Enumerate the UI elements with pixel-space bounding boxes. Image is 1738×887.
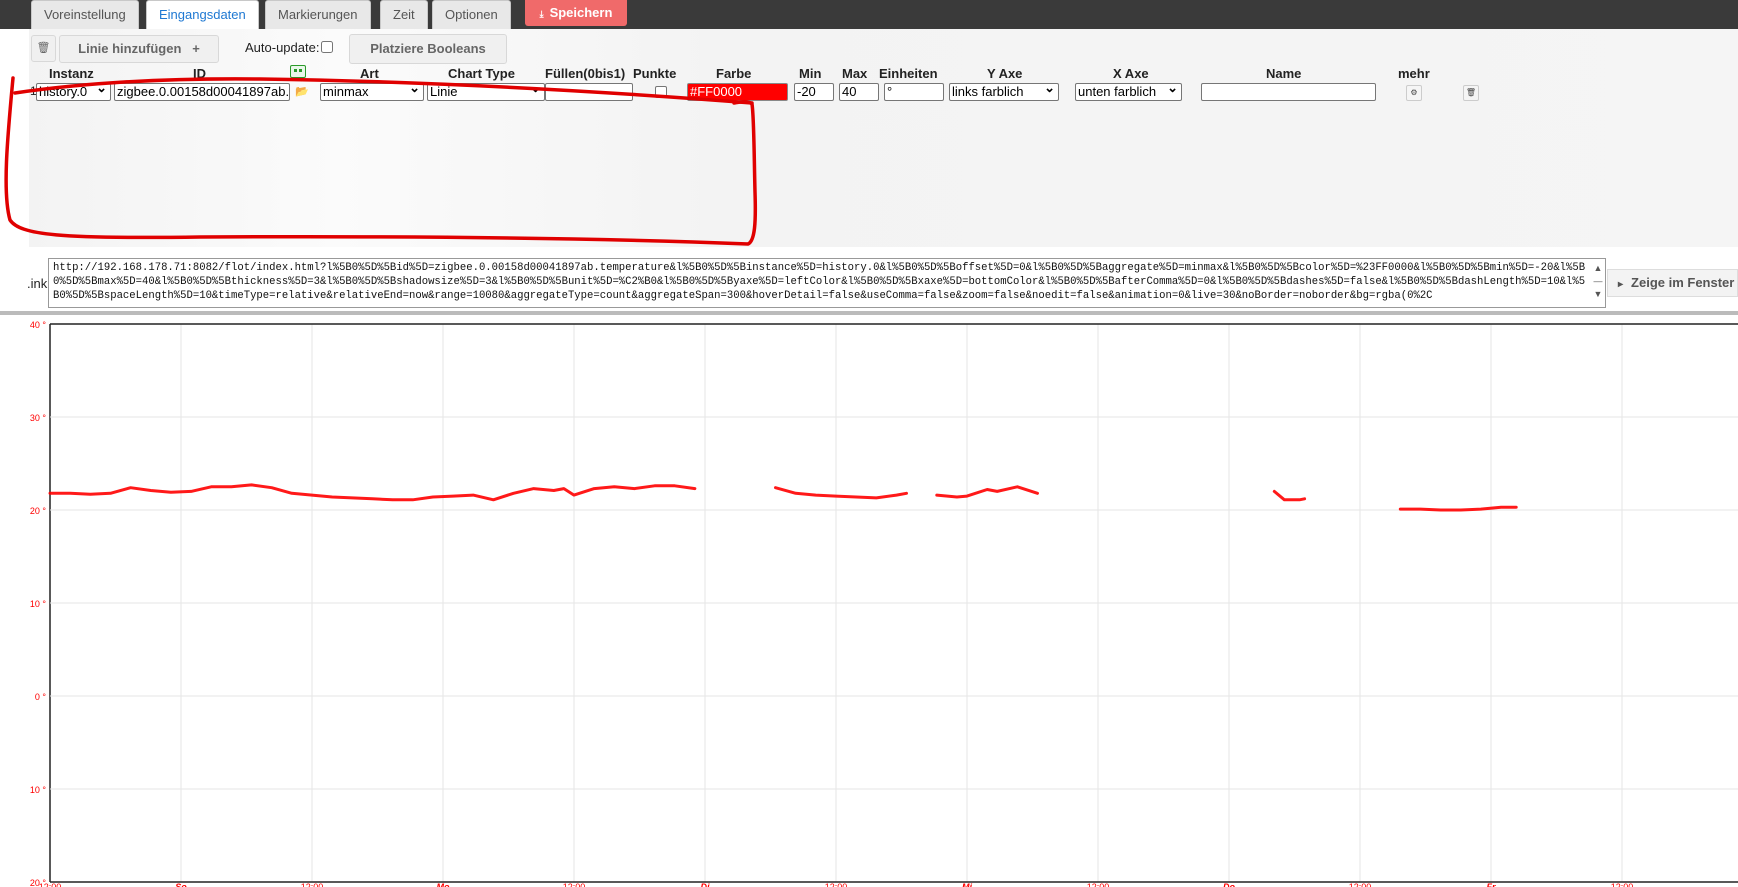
color-input[interactable]: #FF0000: [687, 83, 788, 101]
col-header-points: Punkte: [633, 66, 677, 81]
auto-update-label: Auto-update:: [245, 40, 320, 55]
scroll-thumb[interactable]: —: [1592, 275, 1604, 288]
input-data-panel: [29, 29, 1738, 247]
x-tick-label: 12:00: [563, 882, 586, 887]
y-tick-label: 30 °: [30, 413, 47, 423]
play-icon: ▸: [1618, 279, 1624, 290]
col-header-more: mehr: [1398, 66, 1430, 81]
col-header-y-axe: Y Axe: [987, 66, 1023, 81]
col-header-color: Farbe: [716, 66, 752, 81]
x-tick-label: Fr: [1487, 882, 1496, 887]
x-tick-label: 12:00: [1087, 882, 1110, 887]
col-header-name: Name: [1266, 66, 1302, 81]
save-button[interactable]: ⤓ Speichern: [525, 0, 627, 26]
gear-icon[interactable]: ⚙: [1406, 85, 1422, 101]
x-tick-label: So: [175, 882, 187, 887]
link-url-textarea[interactable]: http://192.168.178.71:8082/flot/index.ht…: [48, 258, 1606, 308]
y-axe-select[interactable]: links farblich: [949, 83, 1059, 101]
delete-row-button[interactable]: 🗑: [1463, 85, 1479, 101]
plus-icon: +: [192, 41, 200, 56]
x-tick-label: Mi: [962, 882, 972, 887]
database-icon[interactable]: [290, 65, 306, 78]
col-header-chart-type: Chart Type: [448, 66, 515, 81]
folder-icon[interactable]: 📂: [294, 85, 310, 101]
y-tick-label: 0 °: [35, 692, 47, 702]
auto-update-control: Auto-update:: [245, 40, 334, 55]
save-icon: ⤓: [539, 9, 544, 19]
col-header-max: Max: [842, 66, 868, 81]
tab-voreinstellung[interactable]: Voreinstellung: [31, 0, 139, 29]
col-header-x-axe: X Axe: [1113, 66, 1149, 81]
points-checkbox[interactable]: [655, 86, 667, 98]
link-label: .ink: [27, 276, 48, 291]
auto-update-checkbox[interactable]: [321, 41, 334, 53]
col-header-id: ID: [193, 66, 206, 81]
place-booleans-button[interactable]: Platziere Booleans: [349, 34, 507, 64]
show-in-window-label: Zeige im Fenster: [1631, 275, 1735, 290]
col-header-instanz: Instanz: [49, 66, 94, 81]
x-tick-label: Di: [701, 882, 710, 887]
id-input[interactable]: zigbee.0.00158d00041897ab.temperature: [114, 83, 290, 101]
add-line-button[interactable]: Linie hinzufügen +: [59, 35, 219, 63]
col-header-unit: Einheiten: [879, 66, 938, 81]
delete-all-button[interactable]: 🗑: [31, 35, 56, 62]
chart-type-select[interactable]: Linie: [427, 83, 545, 101]
col-header-min: Min: [799, 66, 822, 81]
x-tick-label: 12:00: [1349, 882, 1372, 887]
min-input[interactable]: -20: [794, 83, 834, 101]
url-scrollbar[interactable]: ▲ — ▼: [1592, 262, 1604, 304]
x-tick-label: Do: [1223, 882, 1235, 887]
unit-input[interactable]: °: [884, 83, 944, 101]
save-label: Speichern: [549, 5, 613, 20]
scroll-up-icon[interactable]: ▲: [1592, 262, 1604, 275]
y-tick-label: 10 °: [30, 785, 47, 795]
y-tick-label: 10 °: [30, 599, 47, 609]
trash-icon: 🗑: [36, 42, 51, 54]
x-tick-label: 12:00: [825, 882, 848, 887]
splitter[interactable]: [0, 311, 1738, 315]
instanz-select[interactable]: history.0: [36, 83, 111, 101]
top-tab-bar: Voreinstellung Eingangsdaten Markierunge…: [0, 0, 1738, 29]
y-tick-label: 20 °: [30, 506, 47, 516]
temperature-chart: 40 °30 °20 °10 °0 °10 °20 °12:00 So 12:00 M…: [30, 320, 1738, 887]
scroll-down-icon[interactable]: ▼: [1592, 288, 1604, 301]
tab-markierungen[interactable]: Markierungen: [265, 0, 371, 29]
add-line-label: Linie hinzufügen: [78, 41, 182, 56]
x-tick-label: Mo: [437, 882, 450, 887]
col-header-fill: Füllen(0bis1): [545, 66, 626, 81]
name-input[interactable]: [1201, 83, 1376, 101]
tab-zeit[interactable]: Zeit: [380, 0, 428, 29]
show-in-window-button[interactable]: ▸ Zeige im Fenster: [1607, 269, 1738, 297]
max-input[interactable]: 40: [839, 83, 879, 101]
art-select[interactable]: minmax: [320, 83, 424, 101]
tab-optionen[interactable]: Optionen: [432, 0, 511, 29]
col-header-art: Art: [360, 66, 379, 81]
x-tick-label: 12:00: [39, 882, 62, 887]
x-tick-label: 12:00: [301, 882, 324, 887]
y-tick-label: 40 °: [30, 320, 47, 330]
fill-input[interactable]: [545, 83, 633, 101]
tab-eingangsdaten[interactable]: Eingangsdaten: [146, 0, 259, 29]
x-axe-select[interactable]: unten farblich: [1075, 83, 1182, 101]
trash-icon: 🗑: [1465, 88, 1477, 97]
x-tick-label: 12:00: [1611, 882, 1634, 887]
